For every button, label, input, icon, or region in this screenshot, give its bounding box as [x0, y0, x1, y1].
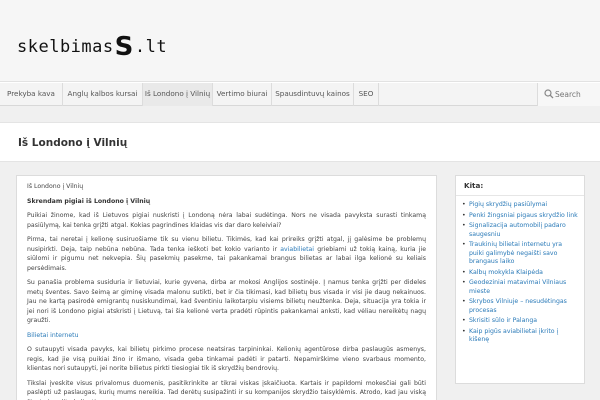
logo-text-right: .lt	[134, 37, 168, 57]
sidebar-link[interactable]: Penki žingsniai pigaus skrydžio link	[462, 212, 578, 221]
site-logo[interactable]: skelbimas S .lt	[17, 32, 168, 62]
sidebar-link[interactable]: Skrybos Vilniuje – nesudėtingas procesas	[462, 298, 578, 315]
nav-item-seo[interactable]: SEO	[354, 83, 379, 106]
sidebar-link[interactable]: Kaip pigūs aviabilietai įkrito į kišenę	[462, 328, 578, 345]
article-paragraph: Pirma, tai neretai į kelionę susiruošiam…	[27, 235, 426, 273]
sidebar-link[interactable]: Signalizacija automobilį padaro saugesni…	[462, 222, 578, 239]
article-paragraph: Puikiai žinome, kad iš Lietuvos pigiai n…	[27, 212, 426, 229]
nav-item-is-londono-i-vilniu[interactable]: Iš Londono į Vilnių	[143, 83, 213, 106]
sidebar-link[interactable]: Geodeziniai matavimai Vilniaus mieste	[462, 279, 578, 296]
page-title: Iš Londono į Vilnių	[18, 137, 128, 149]
article-paragraph: Tikslai įveskite visus privalomus duomen…	[27, 379, 426, 400]
nav-item-prekyba-kava[interactable]: Prekyba kava	[0, 83, 63, 106]
nav-item-anglu-kalbos-kursai[interactable]: Anglų kalbos kursai	[63, 83, 143, 106]
sidebar-link[interactable]: Skrisiti sūlo ir Palanga	[462, 317, 578, 326]
article-paragraph: O sutaupyti visada pavyks, kai bilietų p…	[27, 346, 426, 372]
nav-item-spausdintuvu-kainos[interactable]: Spausdintuvų kainos	[272, 83, 354, 106]
article-paragraph: Su panašia problema susiduria ir lietuvi…	[27, 279, 426, 324]
main-navigation: Prekyba kava Anglų kalbos kursai Iš Lond…	[0, 82, 600, 106]
nav-item-vertimo-biurai[interactable]: Vertimo biurai	[213, 83, 272, 106]
aviabilietai-link[interactable]: aviabilietai	[280, 246, 314, 253]
sidebar-link-list: Pigių skrydžių pasiūlymai Penki žingsnia…	[456, 196, 584, 345]
article-link-line: Bilietai internetu	[27, 331, 426, 341]
site-header: skelbimas S .lt	[0, 0, 600, 82]
sidebar-widget: Kita: Pigių skrydžių pasiūlymai Penki ži…	[455, 175, 585, 384]
article-content: Iš Londono į Vilnių Skrendam pigiai iš L…	[16, 175, 437, 400]
article-subheading: Skrendam pigiai iš Londono į Vilnių	[27, 197, 151, 205]
sidebar-link[interactable]: Traukinių bilietai internetu yra puiki g…	[462, 241, 578, 267]
page-title-bar: Iš Londono į Vilnių	[0, 122, 600, 162]
sidebar-link[interactable]: Kalbų mokykla Klaipėda	[462, 269, 578, 278]
search-icon[interactable]	[544, 89, 554, 99]
logo-s-mark: S	[114, 32, 134, 62]
search-input[interactable]	[554, 85, 598, 103]
search-box	[537, 83, 600, 106]
bilietai-internetu-link[interactable]: Bilietai internetu	[27, 332, 79, 339]
logo-text-left: skelbimas	[17, 37, 114, 57]
sidebar-link[interactable]: Pigių skrydžių pasiūlymai	[462, 201, 578, 210]
sidebar-title: Kita:	[456, 176, 584, 196]
article-small-heading: Iš Londono į Vilnių	[27, 183, 84, 190]
